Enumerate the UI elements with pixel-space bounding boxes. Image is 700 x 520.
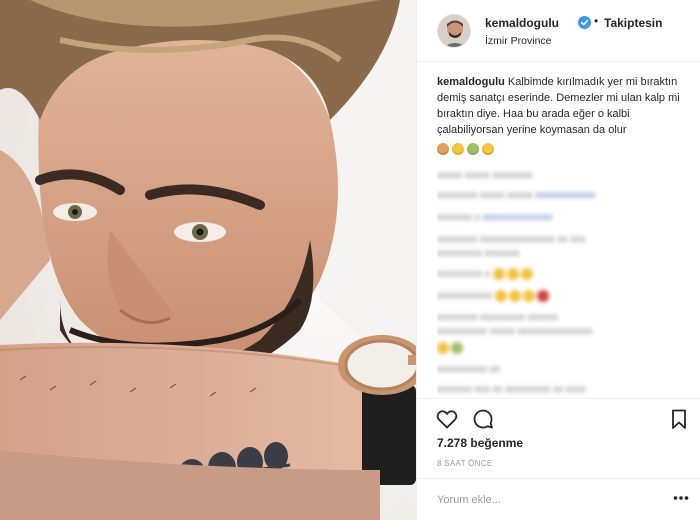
blurred-comment [437,342,465,354]
emoji-icon [467,143,479,156]
comment-bar [417,478,700,520]
verified-badge-icon [578,16,591,29]
comment-icon[interactable] [471,407,495,431]
action-bar [417,398,700,438]
blurred-comment: xxxxxxxxx x [437,268,535,280]
comments-list[interactable]: kemaldogulu Kalbimde kırılmadık yer mi b… [437,74,687,396]
post-timestamp: 8 SAAT ÖNCE [437,459,493,468]
blurred-comment: xxxxxxxxxx xxxxx xxxxxxxxxxxxxxx [437,326,593,337]
comment-input[interactable] [435,487,659,513]
blurred-comment: xxxxx xxxxx xxxxxxxx [437,170,533,181]
avatar[interactable] [437,14,471,48]
blurred-comment: xxxxxxx xxx xx xxxxxxxxx xx xxxx [437,384,586,395]
blurred-comment: xxxxxxxxxxx [437,290,551,302]
blurred-comment: xxxxxxxx xxxxxxxxx xxxxxx [437,312,558,323]
bookmark-icon[interactable] [667,407,691,431]
separator-dot: • [594,14,599,28]
location-link[interactable]: İzmir Province [485,35,552,47]
blurred-comment: xxxxxxxxx xxxxxxx [437,248,520,259]
blurred-comment: xxxxxxx x xxxxxxxxxxxxxx [437,212,553,223]
caption: kemaldogulu Kalbimde kırılmadık yer mi b… [437,74,687,157]
post-side-panel: kemaldogulu • Takiptesin İzmir Province … [416,0,700,520]
caption-username[interactable]: kemaldogulu [437,76,505,88]
emoji-icon [452,143,464,156]
post-photo[interactable] [0,0,416,520]
blurred-comment: xxxxxxxxxx xx [437,364,500,375]
post-image [0,0,416,520]
username-link[interactable]: kemaldogulu [485,16,559,30]
likes-count[interactable]: 7.278 beğenme [437,436,523,450]
emoji-icon [482,143,494,156]
follow-status-button[interactable]: Takiptesin [604,16,662,30]
heart-icon[interactable] [435,407,459,431]
post-header: kemaldogulu • Takiptesin İzmir Province [417,0,700,62]
caption-emojis [437,141,497,157]
more-options-icon[interactable] [673,495,689,501]
blurred-comment: xxxxxxxx xxxxxxxxxxxxxxx xx xxx [437,234,586,245]
emoji-icon [437,143,449,156]
blurred-comment: xxxxxxxx xxxxx xxxxx xxxxxxxxxxxx [437,190,596,201]
